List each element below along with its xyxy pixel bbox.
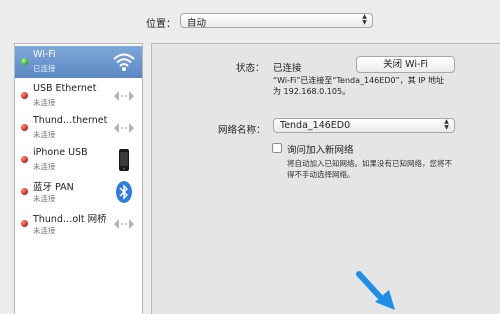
status-dot-icon <box>21 58 28 65</box>
location-select[interactable]: 自动 ▲ ▼ <box>180 13 373 29</box>
service-item-wifi[interactable]: Wi-Fi 已连接 <box>15 46 142 78</box>
location-select-value: 自动 <box>187 18 207 29</box>
annotation-arrow-icon <box>356 271 395 310</box>
service-item-bluetooth-pan[interactable]: 蓝牙 PAN 未连接 <box>15 176 142 208</box>
status-description: “Wi-Fi”已连接至“Tenda_146ED0”，其 IP 地址 为 192.… <box>273 75 473 97</box>
service-item-thunderbolt-ethernet[interactable]: Thund…thernet 未连接 <box>15 112 142 144</box>
status-label: 状态： <box>236 63 265 74</box>
service-name: USB Ethernet <box>33 83 97 94</box>
wifi-icon <box>113 53 135 71</box>
status-dot-icon <box>21 156 28 163</box>
service-item-thunderbolt-bridge[interactable]: Thund…olt 网桥 未连接 <box>15 208 142 240</box>
ask-join-checkbox[interactable] <box>272 143 282 153</box>
status-dot-icon <box>21 188 28 195</box>
service-name: 蓝牙 PAN <box>33 182 74 193</box>
turn-off-wifi-button[interactable]: 关闭 Wi-Fi <box>356 56 455 73</box>
ask-join-description: 将自动加入已知网络。如果没有已知网络，您将不 得不手动选择网络。 <box>287 158 462 180</box>
service-status: 已连接 <box>33 64 56 73</box>
stepper-arrows-icon: ▲ ▼ <box>362 13 367 26</box>
service-list: Wi-Fi 已连接 USB Ethernet 未连接 Thund…thernet… <box>14 43 143 314</box>
service-status: 未连接 <box>33 130 56 139</box>
stepper-arrows-icon: ▲ ▼ <box>444 118 449 131</box>
status-dot-icon <box>21 220 28 227</box>
ethernet-arrows-icon <box>114 219 134 229</box>
service-status: 未连接 <box>33 162 56 171</box>
service-status: 未连接 <box>33 194 56 203</box>
service-name: Thund…olt 网桥 <box>33 214 107 225</box>
status-description-line: “Wi-Fi”已连接至“Tenda_146ED0”，其 IP 地址 <box>273 76 445 85</box>
network-name-value: Tenda_146ED0 <box>280 120 351 131</box>
ethernet-arrows-icon <box>114 91 134 101</box>
service-name: Thund…thernet <box>33 115 108 126</box>
network-name-label: 网络名称： <box>218 125 266 136</box>
location-label: 位置： <box>146 19 176 30</box>
ask-join-label[interactable]: 询问加入新网络 <box>287 142 354 156</box>
bluetooth-icon <box>116 181 132 203</box>
ethernet-arrows-icon <box>114 123 134 133</box>
service-status: 未连接 <box>33 98 56 107</box>
service-item-usb-ethernet[interactable]: USB Ethernet 未连接 <box>15 80 142 112</box>
network-name-select[interactable]: Tenda_146ED0 ▲ ▼ <box>273 118 455 133</box>
service-name: Wi-Fi <box>33 49 56 60</box>
ask-join-description-line: 将自动加入已知网络。如果没有已知网络，您将不 <box>287 159 452 168</box>
status-dot-icon <box>21 92 28 99</box>
service-item-iphone-usb[interactable]: iPhone USB 未连接 <box>15 144 142 176</box>
status-value: 已连接 <box>273 63 302 74</box>
ask-join-description-line: 得不手动选择网络。 <box>287 170 355 179</box>
service-status: 未连接 <box>33 226 56 235</box>
service-name: iPhone USB <box>33 147 88 158</box>
status-description-line: 为 192.168.0.105。 <box>273 87 351 96</box>
status-dot-icon <box>21 124 28 131</box>
iphone-icon <box>119 149 129 171</box>
